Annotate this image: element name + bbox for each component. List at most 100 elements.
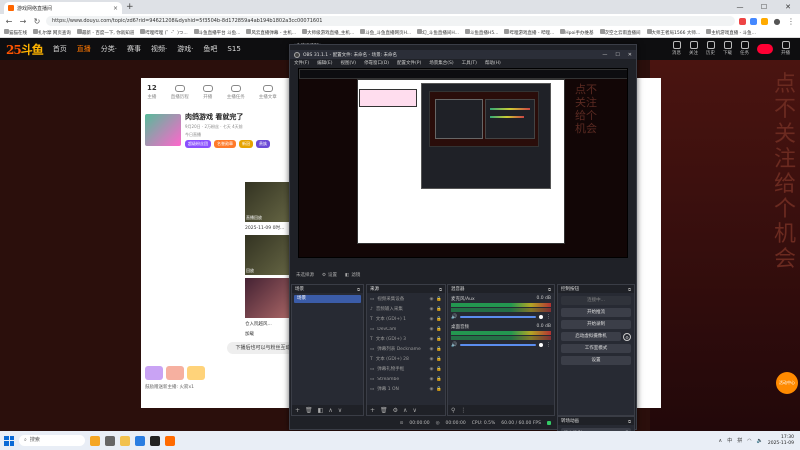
tag-badge[interactable]: 名誉勋章	[214, 140, 236, 148]
add-icon[interactable]: +	[370, 407, 375, 414]
eye-icon[interactable]: ◉	[429, 317, 433, 322]
header-task[interactable]: 任务	[740, 41, 749, 56]
slider-knob[interactable]	[539, 343, 543, 347]
nav-category[interactable]: 分类·	[101, 44, 117, 54]
more-icon[interactable]: ⋮	[546, 342, 551, 348]
stat-item[interactable]: 主播任务	[227, 84, 245, 100]
source-item[interactable]: ▭ 视频采集设备 ◉ 🔒	[367, 295, 445, 303]
trash-icon[interactable]: 🗑	[305, 407, 313, 414]
reload-icon[interactable]: ↻	[32, 17, 42, 26]
app-icon[interactable]	[105, 435, 115, 446]
obs-close-button[interactable]: ✕	[628, 52, 632, 58]
video-thumbnail[interactable]: 回放	[245, 235, 291, 275]
address-bar[interactable]: https://www.douyu.com/topic/zd6?rid=9462…	[46, 16, 735, 26]
menu-help[interactable]: 帮助(H)	[485, 60, 501, 66]
lock-icon[interactable]: 🔒	[436, 337, 442, 342]
nav-videos[interactable]: 视频·	[151, 44, 167, 54]
obs-maximize-button[interactable]: ☐	[615, 52, 619, 58]
eye-icon[interactable]: ◉	[429, 337, 433, 342]
speaker-icon[interactable]: 🔊	[451, 342, 457, 348]
stat-item[interactable]: 12 主播	[147, 84, 157, 100]
eye-icon[interactable]: ◉	[429, 347, 433, 352]
stat-item[interactable]: 直播历程	[171, 84, 189, 100]
lock-icon[interactable]: 🔒	[436, 367, 442, 372]
bookmark-item[interactable]: 幻_斗鱼直播间H...	[417, 29, 459, 36]
bookmark-item[interactable]: 猫猫在线	[4, 29, 27, 36]
tag-badge[interactable]: 超级粉丝团	[185, 140, 211, 148]
back-icon[interactable]: ←	[4, 17, 14, 26]
nav-home[interactable]: 首页	[53, 44, 67, 54]
menu-profile[interactable]: 配置文件(P)	[397, 60, 421, 66]
source-item[interactable]: T 文本 (GDI+) 28 ◉ 🔒	[367, 355, 445, 363]
lock-icon[interactable]: 🔒	[436, 307, 442, 312]
header-download[interactable]: 下载	[723, 41, 732, 56]
lock-icon[interactable]: 🔒	[436, 377, 442, 382]
bookmark-item[interactable]: 斗鱼直播H5...	[464, 29, 498, 36]
browser-icon[interactable]	[135, 435, 145, 446]
tag-badge[interactable]: 新冠	[239, 140, 253, 148]
source-settings-button[interactable]: ⚙ 设置	[322, 272, 337, 279]
video-thumbnail[interactable]	[245, 278, 291, 318]
start-streaming-button[interactable]: 开始推流	[561, 308, 631, 317]
source-item[interactable]: ▭ DevCam ◉ 🔒	[367, 325, 445, 333]
tab-close-icon[interactable]: ×	[113, 5, 118, 12]
stat-item[interactable]: 主播文章	[259, 84, 277, 100]
bookmark-item[interactable]: 扎尔摩 网页查询	[33, 29, 71, 36]
ime-mode[interactable]: 拼	[737, 437, 742, 444]
nav-live[interactable]: 直播	[77, 44, 91, 54]
source-item[interactable]: ▭ Streambe ◉ 🔒	[367, 375, 445, 383]
bookmark-item[interactable]: 主机游戏直播 - 斗鱼...	[706, 29, 756, 36]
volume-slider[interactable]	[460, 344, 536, 346]
bookmark-item[interactable]: 大师王者局1566 大师...	[646, 29, 700, 36]
nav-events[interactable]: 赛事	[127, 44, 141, 54]
nav-yuba[interactable]: 鱼吧	[203, 44, 217, 54]
bookmark-item[interactable]: 次空之云雨直播间	[599, 29, 641, 36]
folder-icon[interactable]	[120, 435, 130, 446]
stat-item[interactable]: 开播	[202, 84, 213, 100]
scene-item[interactable]: 场景	[294, 295, 361, 303]
filter-icon[interactable]: ◧	[318, 407, 324, 414]
promo-badge[interactable]: 活动中心	[776, 372, 798, 394]
eye-icon[interactable]: ◉	[429, 357, 433, 362]
forward-icon[interactable]: →	[18, 17, 28, 26]
bookmark-item[interactable]: Hpoi手办维基	[560, 29, 594, 36]
header-history[interactable]: 历史	[706, 41, 715, 56]
extension-icon[interactable]	[750, 17, 757, 25]
move-up-icon[interactable]: ∧	[328, 407, 332, 414]
source-item[interactable]: T 文本 (GDI+) 3 ◉ 🔒	[367, 335, 445, 343]
menu-view[interactable]: 视图(V)	[340, 60, 356, 66]
obs-icon[interactable]	[150, 435, 160, 446]
bookmark-item[interactable]: 哔哩哔哩 (゜-゜)つ...	[140, 29, 188, 36]
start-recording-button[interactable]: 开始录制	[561, 320, 631, 329]
volume-slider[interactable]	[460, 316, 536, 318]
lock-icon[interactable]: 🔒	[436, 357, 442, 362]
close-window-button[interactable]: ✕	[776, 3, 800, 11]
slider-knob[interactable]	[539, 315, 543, 319]
source-filters-button[interactable]: ◧ 滤镜	[345, 272, 360, 279]
new-tab-button[interactable]: +	[126, 2, 134, 12]
dock-undock-icon[interactable]: ⧉	[548, 287, 551, 292]
minimize-button[interactable]: —	[728, 3, 752, 11]
menu-tools[interactable]: 工具(T)	[462, 60, 477, 66]
volume-icon[interactable]: 🔈	[757, 438, 763, 444]
bookmark-item[interactable]: 大师级游戏直播_主机...	[302, 29, 354, 36]
lock-icon[interactable]: 🔒	[436, 317, 442, 322]
header-message[interactable]: 消息	[672, 41, 681, 56]
source-item[interactable]: T 文本 (GDI+) 1 ◉ 🔒	[367, 315, 445, 323]
extension-icon[interactable]	[739, 17, 746, 25]
menu-icon[interactable]: ⋮	[786, 17, 796, 26]
eye-icon[interactable]: ◉	[429, 297, 433, 302]
load-more[interactable]: 加载	[245, 331, 291, 337]
eye-icon[interactable]: ◉	[429, 327, 433, 332]
lock-icon[interactable]: 🔒	[436, 327, 442, 332]
add-icon[interactable]: +	[295, 407, 300, 414]
browser-tab[interactable]: 游戏网络直播间 ×	[4, 2, 122, 14]
taskbar-search[interactable]: ⌕ 搜索	[19, 435, 85, 446]
gift-icon[interactable]	[145, 366, 163, 380]
source-item[interactable]: ▭ 弹幕礼物手框 ◉ 🔒	[367, 365, 445, 373]
move-down-icon[interactable]: ∨	[338, 407, 342, 414]
extension-icon[interactable]	[761, 17, 768, 25]
bookmark-item[interactable]: 最新 - 百度一下, 你就知道	[76, 29, 134, 36]
eye-icon[interactable]: ◉	[429, 387, 433, 392]
gear-icon[interactable]: ⚙	[393, 407, 398, 414]
